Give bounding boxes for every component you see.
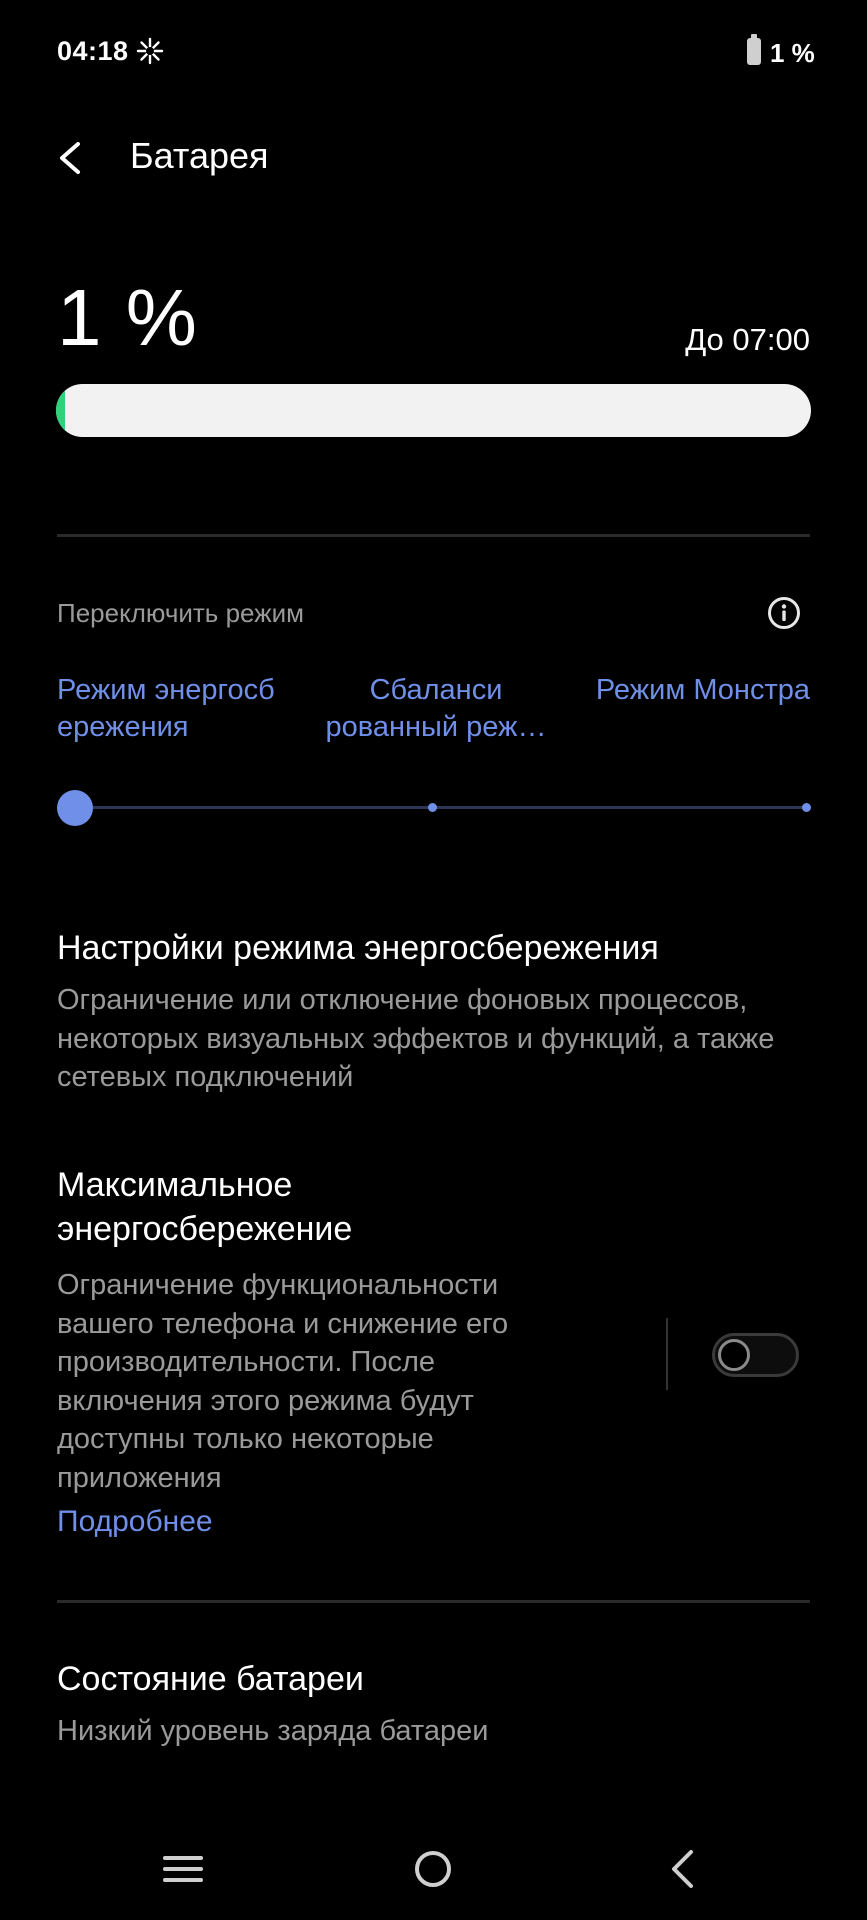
back-button[interactable] [50, 130, 94, 186]
status-time: 04:18 [57, 36, 129, 66]
slider-stop-balanced[interactable] [428, 803, 437, 812]
mode-power-saving[interactable]: Режим энергосб ережения [57, 672, 307, 746]
toggle-knob [718, 1339, 750, 1371]
home-icon [415, 1851, 451, 1887]
battery-settings-screen: 04:18 1 % Батарея 1 % До 07:00 Переключи… [0, 0, 867, 1920]
mode-monster[interactable]: Режим Монстра [550, 672, 810, 709]
page-title: Батарея [130, 135, 269, 176]
navigation-bar [0, 1830, 867, 1920]
power-saving-settings-row[interactable]: Настройки режима энергосбережения Ограни… [0, 920, 867, 1100]
toggle-divider [666, 1318, 668, 1390]
status-battery-percent: 1 % [770, 38, 815, 68]
back-icon [672, 1850, 693, 1888]
battery-level-bar [56, 384, 811, 437]
slider-stop-monster[interactable] [802, 803, 811, 812]
battery-state-description: Низкий уровень заряда батареи [57, 1715, 489, 1747]
battery-until-time: До 07:00 [685, 322, 810, 357]
sparkle-icon [136, 37, 164, 65]
power-saving-settings-description: Ограничение или отключение фоновых проце… [57, 984, 775, 1093]
max-power-saving-toggle[interactable] [712, 1333, 799, 1377]
mode-slider[interactable] [57, 790, 812, 826]
nav-back-button[interactable] [643, 1830, 723, 1910]
max-power-saving-description: Ограничение функциональности вашего теле… [57, 1269, 509, 1494]
battery-percent: 1 % [57, 273, 198, 362]
max-power-saving-title: Максимальное энергосбережение [57, 1166, 353, 1248]
nav-home-button[interactable] [393, 1830, 473, 1910]
power-saving-settings-title: Настройки режима энергосбережения [57, 929, 659, 967]
status-bar: 04:18 1 % [0, 0, 867, 104]
nav-menu-button[interactable] [143, 1830, 223, 1910]
slider-track [73, 806, 808, 809]
divider [57, 534, 810, 537]
chevron-left-icon [60, 142, 80, 174]
max-power-saving-row: Максимальное энергосбережение Ограничени… [0, 1160, 867, 1494]
battery-state-row[interactable]: Состояние батареи Низкий уровень заряда … [0, 1655, 867, 1765]
mode-balanced[interactable]: Сбаланси рованный реж… [316, 672, 556, 746]
menu-icon [163, 1856, 203, 1882]
learn-more-link[interactable]: Подробнее [57, 1505, 213, 1539]
battery-state-title: Состояние батареи [57, 1660, 364, 1698]
mode-switch-label: Переключить режим [57, 598, 304, 628]
info-icon[interactable] [767, 596, 801, 630]
battery-level-fill [56, 384, 66, 437]
divider [57, 1600, 810, 1603]
slider-thumb[interactable] [57, 790, 93, 826]
battery-status-icon [747, 34, 761, 65]
